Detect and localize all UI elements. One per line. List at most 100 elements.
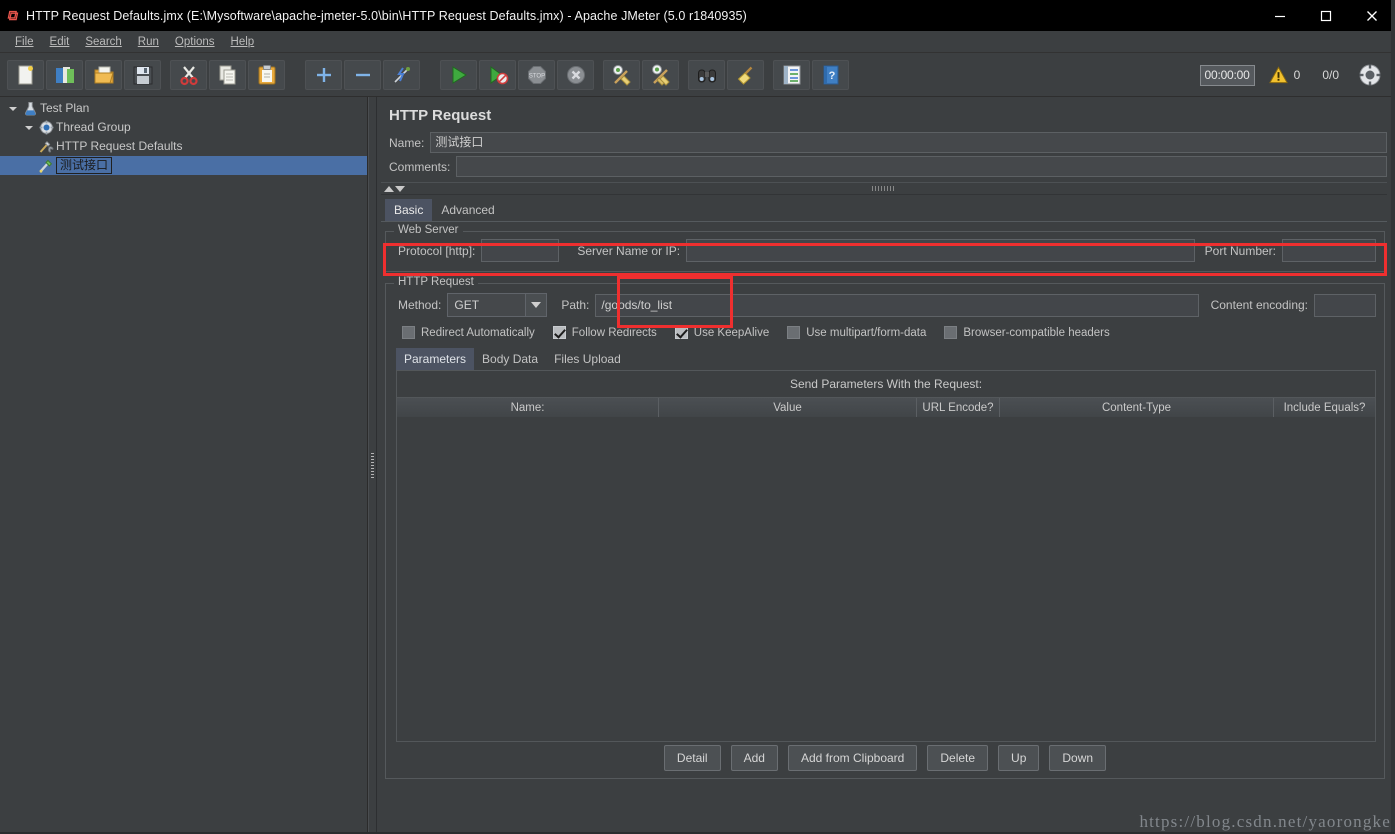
menu-search-label: Search <box>85 35 122 48</box>
menu-file[interactable]: File <box>7 34 42 50</box>
content-encoding-input[interactable] <box>1314 293 1376 317</box>
clear-button[interactable] <box>603 59 640 90</box>
cut-button[interactable] <box>170 59 207 90</box>
method-path-row: Method: GET Path: /goods/to_list Content… <box>392 287 1378 317</box>
tree-node-thread-group[interactable]: Thread Group <box>0 118 367 137</box>
maximize-button[interactable] <box>1303 0 1349 31</box>
follow-redirects-label: Follow Redirects <box>571 326 657 339</box>
start-no-pauses-button[interactable] <box>479 59 516 90</box>
name-input[interactable]: 测试接口 <box>430 132 1387 153</box>
function-helper-button[interactable] <box>773 59 810 90</box>
warning-count: 0 <box>1293 68 1301 82</box>
start-button[interactable] <box>440 59 477 90</box>
http-defaults-icon <box>36 139 56 155</box>
minimize-button[interactable] <box>1257 0 1303 31</box>
up-button[interactable]: Up <box>998 745 1040 771</box>
detail-button[interactable]: Detail <box>663 745 721 771</box>
paste-button[interactable] <box>248 59 285 90</box>
use-multipart-checkbox[interactable]: Use multipart/form-data <box>787 326 926 339</box>
parameter-tabs: Parameters Body Data Files Upload <box>396 348 1378 370</box>
tree-node-http-request[interactable]: 测试接口 <box>0 156 367 175</box>
play-no-pauses-icon <box>490 65 508 84</box>
request-options-row: Redirect Automatically Follow Redirects … <box>392 317 1378 341</box>
web-server-group: Web Server Protocol [http]: Server Name … <box>383 224 1387 276</box>
function-list-icon <box>783 65 800 84</box>
http-request-icon <box>36 158 56 174</box>
checkbox-box <box>674 326 688 339</box>
comments-input[interactable] <box>456 156 1387 177</box>
toolbar-status-area: 00:00:00 0 0/0 <box>1199 53 1384 97</box>
parameters-table-body[interactable] <box>397 417 1375 741</box>
redirect-automatically-checkbox[interactable]: Redirect Automatically <box>402 326 535 339</box>
port-number-input[interactable] <box>1282 239 1376 262</box>
page-title: HTTP Request <box>389 107 492 124</box>
expand-all-button[interactable] <box>305 59 342 90</box>
reset-search-button[interactable] <box>727 59 764 90</box>
column-header-url-encode[interactable]: URL Encode? <box>917 398 1000 417</box>
collapse-down-icon[interactable] <box>395 185 405 192</box>
save-button[interactable] <box>124 59 161 90</box>
shutdown-button[interactable] <box>557 59 594 90</box>
section-collapse-bar[interactable] <box>381 182 1387 195</box>
tree-node-http-request-defaults[interactable]: HTTP Request Defaults <box>0 137 367 156</box>
stop-button[interactable]: STOP <box>518 59 555 90</box>
clear-all-button[interactable] <box>642 59 679 90</box>
add-from-clipboard-button[interactable]: Add from Clipboard <box>787 745 918 771</box>
column-header-name[interactable]: Name: <box>397 398 659 417</box>
menu-help[interactable]: Help <box>223 34 263 50</box>
toggle-lightning-icon <box>393 66 410 83</box>
copy-button[interactable] <box>209 59 246 90</box>
scissors-icon <box>179 65 198 85</box>
menu-options[interactable]: Options <box>167 34 223 50</box>
delete-button[interactable]: Delete <box>927 745 989 771</box>
tab-advanced[interactable]: Advanced <box>432 199 503 221</box>
menu-run[interactable]: Run <box>130 34 167 50</box>
menu-edit[interactable]: Edit <box>42 34 78 50</box>
method-selected-value: GET <box>454 298 480 312</box>
menu-search[interactable]: Search <box>77 34 129 50</box>
web-server-fields: Protocol [http]: Server Name or IP: Port… <box>392 235 1378 264</box>
menu-file-label: File <box>15 35 34 48</box>
method-select[interactable]: GET <box>447 293 548 317</box>
use-keepalive-checkbox[interactable]: Use KeepAlive <box>674 326 769 339</box>
remote-engine-button[interactable] <box>1357 62 1383 88</box>
add-button[interactable]: Add <box>730 745 778 771</box>
tab-basic[interactable]: Basic <box>385 199 433 221</box>
tree-node-test-plan[interactable]: Test Plan <box>0 99 367 118</box>
use-multipart-label: Use multipart/form-data <box>806 326 927 339</box>
method-label: Method: <box>398 298 442 312</box>
column-header-content-type[interactable]: Content-Type <box>1000 398 1274 417</box>
help-button[interactable]: ? <box>812 59 849 90</box>
templates-button[interactable] <box>46 59 83 90</box>
main-tabs: Basic Advanced <box>385 199 1387 221</box>
search-button[interactable] <box>688 59 725 90</box>
pane-splitter-handle[interactable] <box>368 97 377 834</box>
warning-indicator[interactable]: 0 <box>1268 66 1301 84</box>
follow-redirects-checkbox[interactable]: Follow Redirects <box>552 326 657 339</box>
expand-toggle-test-plan[interactable] <box>6 105 20 113</box>
tab-files-upload[interactable]: Files Upload <box>546 348 629 370</box>
menu-help-label: Help <box>230 35 255 48</box>
down-button[interactable]: Down <box>1049 745 1107 771</box>
server-name-input[interactable] <box>686 239 1195 262</box>
http-request-group-title: HTTP Request <box>394 276 478 288</box>
open-button[interactable] <box>85 59 122 90</box>
protocol-input[interactable] <box>481 239 560 262</box>
port-number-label: Port Number: <box>1204 243 1276 258</box>
collapse-up-icon[interactable] <box>384 185 394 192</box>
jmeter-feather-icon: ⧉ <box>6 7 20 23</box>
column-header-value[interactable]: Value <box>659 398 917 417</box>
close-button[interactable] <box>1349 0 1395 31</box>
collapse-all-button[interactable] <box>344 59 381 90</box>
column-header-include-equals[interactable]: Include Equals? <box>1274 398 1375 417</box>
green-play-icon <box>452 65 467 84</box>
toggle-button[interactable] <box>383 59 420 90</box>
chevron-down-icon[interactable] <box>525 294 547 316</box>
new-button[interactable] <box>7 59 44 90</box>
browser-compatible-headers-checkbox[interactable]: Browser-compatible headers <box>944 326 1110 339</box>
tab-parameters[interactable]: Parameters <box>396 348 475 370</box>
tab-body-data[interactable]: Body Data <box>474 348 546 370</box>
expand-toggle-thread-group[interactable] <box>22 124 36 132</box>
test-plan-tree[interactable]: Test Plan Thread Group HTTP Request Defa… <box>0 97 368 834</box>
path-input[interactable]: /goods/to_list <box>595 293 1199 317</box>
